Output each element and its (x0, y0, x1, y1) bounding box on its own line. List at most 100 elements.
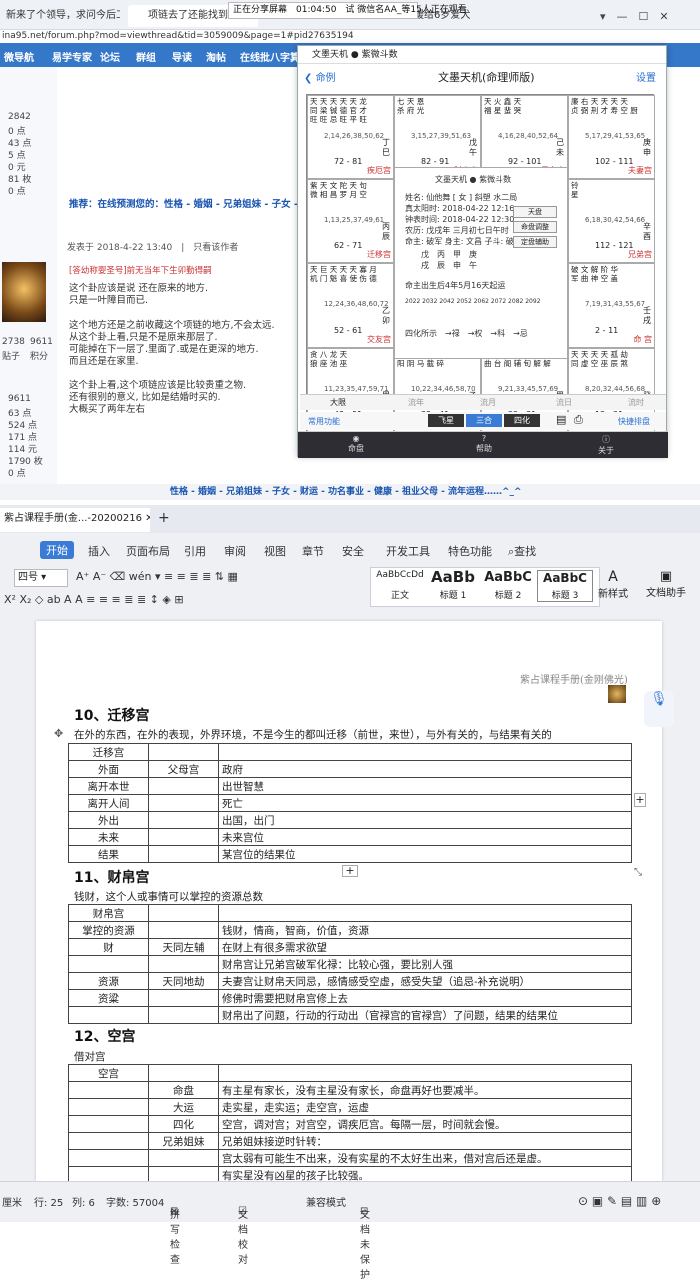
table-cell[interactable] (218, 1064, 632, 1082)
style-heading2[interactable]: AaBbC 标题 2 (481, 570, 535, 601)
resize-table-icon[interactable]: ⤡ (634, 867, 642, 878)
nav-item-6[interactable]: 淘帖 (206, 49, 226, 64)
table-cell[interactable] (218, 904, 632, 922)
table-cell[interactable]: 出国，出门 (218, 811, 632, 829)
chart-adjust-button[interactable]: 命盘调整 (513, 221, 557, 233)
mode-feixing[interactable]: 飞星 (428, 414, 464, 427)
style-heading3[interactable]: AaBbC 标题 3 (537, 570, 593, 602)
dock-about[interactable]: ⓘ 关于 (598, 434, 614, 456)
back-button[interactable]: ❮ 命例 (304, 69, 336, 84)
menu-section[interactable]: 章节 (302, 543, 324, 559)
table-move-icon[interactable]: ✥ (54, 727, 63, 740)
nav-item-1[interactable]: 微导航 (4, 49, 34, 64)
table-cell[interactable]: 走实星，走实运；走空宫，运虚 (218, 1098, 632, 1116)
table-cell[interactable] (148, 904, 219, 922)
table-cell[interactable]: 父母宫 (148, 760, 219, 778)
table-cell[interactable] (148, 955, 219, 973)
table-cell[interactable] (68, 1081, 149, 1099)
view-mode-icons[interactable]: ⊙ ▣ ✎ ▤ ▥ ⊕ (578, 1194, 661, 1208)
menu-find[interactable]: ⌕查找 (508, 543, 536, 559)
table-cell[interactable]: 天同左辅 (148, 938, 219, 956)
menu-home[interactable]: 开始 (40, 541, 74, 559)
table-cell[interactable]: 钱财，情商，智商，价值，资源 (218, 921, 632, 939)
recommend-link[interactable]: 推荐：在线预测您的：性格 - 婚姻 - 兄弟姐妹 - 子女 - 财运 (69, 196, 320, 210)
table-cell[interactable]: 四化 (148, 1115, 219, 1133)
table-cell[interactable]: 政府 (218, 760, 632, 778)
table-cell[interactable]: 出世智慧 (218, 777, 632, 795)
document-page[interactable]: 紫占课程手册(金刚佛光) 🎙 10、迁移宫 在外的东西，在外的表现，外界环境，不… (36, 621, 674, 1184)
table-cell[interactable] (148, 989, 219, 1007)
menu-security[interactable]: 安全 (342, 543, 364, 559)
table-cell[interactable]: 结果 (68, 845, 149, 863)
palace-cell[interactable]: 铃 星 6,18,30,42,54,66 112 - 121 兄弟宫辛 酉 (568, 179, 655, 264)
table-cell[interactable]: 外面 (68, 760, 149, 778)
nav-item-2[interactable]: 易学专家 (52, 49, 92, 64)
table-cell[interactable]: 兄弟姐妹 (148, 1132, 219, 1150)
liuri-select[interactable]: 流日 (556, 397, 572, 408)
address-bar[interactable]: ina95.net/forum.php?mod=viewthread&tid=3… (0, 30, 700, 43)
table-cell[interactable] (68, 1098, 149, 1116)
table-cell[interactable]: 天同地劫 (148, 972, 219, 990)
dock-chart[interactable]: ◉ 命盘 (348, 434, 364, 454)
menu-dev-tools[interactable]: 开发工具 (386, 543, 430, 559)
tianpan-button[interactable]: 天盘 (513, 206, 557, 218)
common-functions[interactable]: 常用功能 (308, 416, 340, 427)
mode-sanhe[interactable]: 三合 (466, 414, 502, 427)
daxian-select[interactable]: 大限 (330, 397, 346, 408)
palace-cell[interactable]: 破 文 解 阶 华 军 曲 神 空 盖 7,19,31,43,55,67 2 - 1… (568, 263, 655, 348)
liuyue-select[interactable]: 流月 (480, 397, 496, 408)
font-size-select[interactable]: 四号 ▾ (14, 569, 68, 587)
table-cell[interactable]: 财 (68, 938, 149, 956)
table-cell[interactable] (68, 1132, 149, 1150)
table-cell[interactable]: 掌控的资源 (68, 921, 149, 939)
add-column-icon[interactable]: + (634, 793, 646, 807)
table-cell[interactable] (148, 921, 219, 939)
menu-insert[interactable]: 插入 (88, 543, 110, 559)
table-cell[interactable]: 离开本世 (68, 777, 149, 795)
font-format-icons[interactable]: A⁺ A⁻ ⌫ wén ▾ ≡ ≡ ≣ ≣ ⇅ ▦ (76, 570, 238, 583)
table-cell[interactable] (148, 811, 219, 829)
table-cell[interactable] (148, 743, 219, 761)
table-cell[interactable] (68, 1149, 149, 1167)
bottom-links[interactable]: 性格 - 婚姻 - 兄弟姐妹 - 子女 - 财运 - 功名事业 - 健康 - 祖… (0, 484, 700, 500)
table-cell[interactable]: 未来 (68, 828, 149, 846)
table-cell[interactable]: 财帛出了问题，行动的行动出（官禄宫的官禄宫）了问题，结果的结果位 (218, 1006, 632, 1024)
liushi-select[interactable]: 流时 (628, 397, 644, 408)
new-tab-icon[interactable]: + (158, 510, 170, 526)
style-heading1[interactable]: AaBb 标题 1 (427, 568, 479, 601)
table-cell[interactable] (218, 743, 632, 761)
text-style-icons[interactable]: X² X₂ ◇ ab A A ≡ ≡ ≡ ≣ ≣ ↕ ◈ ⊞ (4, 593, 184, 606)
table-cell[interactable] (68, 1006, 149, 1024)
table-cell[interactable]: 某宫位的结果位 (218, 845, 632, 863)
palace-cell[interactable]: 廉 右 天 天 天 天 贞 弼 刑 才 寿 空 厨 5,17,29,41,53,6… (568, 95, 655, 180)
table-cell[interactable] (148, 828, 219, 846)
table-cell[interactable]: 夫妻宫让财帛天同忌，感情感受空虚，感受失望（追忌-补充说明） (218, 972, 632, 990)
table-cell[interactable] (148, 1064, 219, 1082)
browser-tab-1[interactable]: 新来了个领导，求问今后工作 (0, 5, 120, 27)
table-cell[interactable] (148, 1149, 219, 1167)
table-cell[interactable] (68, 1115, 149, 1133)
window-controls-icon[interactable]: ▾ — ☐ ✕ (600, 8, 669, 24)
palace-cell[interactable]: 天 巨 天 天 天 寡 月 机 门 魁 喜 使 伤 德 12,24,36,48,6… (307, 263, 394, 348)
table-cell[interactable]: 资源 (68, 972, 149, 990)
palace-cell[interactable]: 紫 天 文 陀 天 句 微 相 昌 罗 月 空 1,13,25,37,49,61 6… (307, 179, 394, 264)
menu-review[interactable]: 审阅 (224, 543, 246, 559)
status-words[interactable]: 字数: 57004 (106, 1194, 164, 1209)
print-icon[interactable]: ⎙ (574, 413, 583, 427)
settings-button[interactable]: 设置 (636, 69, 656, 84)
table-cell[interactable]: 兄弟姐妹接逆时针转： (218, 1132, 632, 1150)
add-row-icon[interactable]: + (342, 865, 358, 877)
table-cell[interactable] (148, 1006, 219, 1024)
table-cell[interactable] (148, 777, 219, 795)
table-cell[interactable] (148, 794, 219, 812)
menu-layout[interactable]: 页面布局 (126, 543, 170, 559)
style-normal[interactable]: AaBbCcDd 正文 (375, 570, 425, 601)
table-cell[interactable]: 外出 (68, 811, 149, 829)
table-cell[interactable]: 有主星有家长，没有主星没有家长，命盘再好也要减半。 (218, 1081, 632, 1099)
author-only-link[interactable]: 只看该作者 (193, 243, 238, 253)
quick-chart[interactable]: 快捷排盘 (618, 416, 650, 427)
table-cell[interactable]: 离开人间 (68, 794, 149, 812)
nav-item-4[interactable]: 群组 (136, 49, 156, 64)
liunian-select[interactable]: 流年 (408, 397, 424, 408)
voice-input-icon[interactable]: 🎙 (644, 691, 674, 727)
